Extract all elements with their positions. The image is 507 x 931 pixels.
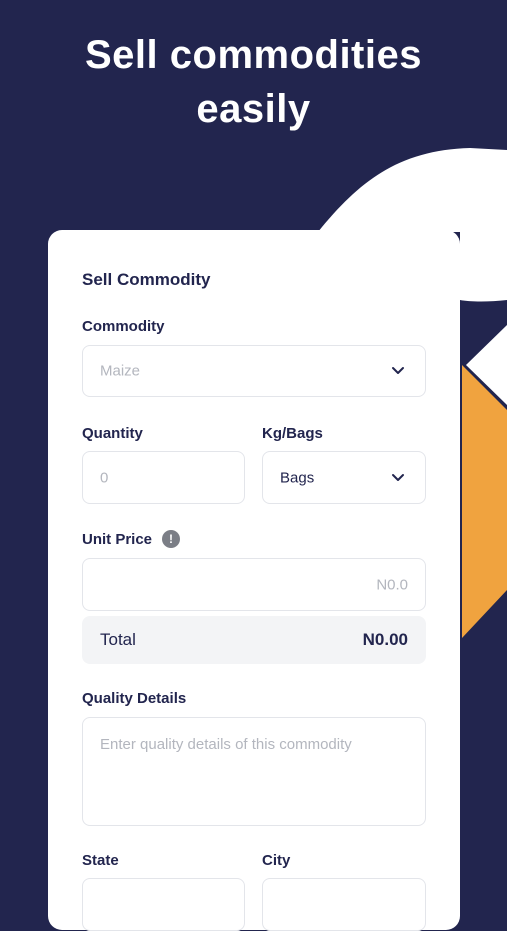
total-value: N0.00 xyxy=(362,630,408,649)
quality-details-placeholder: Enter quality details of this commodity xyxy=(100,736,352,753)
unit-price-input[interactable]: N0.0 xyxy=(82,558,426,611)
info-icon[interactable]: ! xyxy=(162,530,180,548)
headline-line-2: easily xyxy=(196,87,311,131)
unit-price-label: Unit Price xyxy=(82,531,153,548)
state-label: State xyxy=(82,852,119,869)
commodity-label: Commodity xyxy=(82,318,165,335)
city-select[interactable] xyxy=(262,878,426,931)
form-title: Sell Commodity xyxy=(82,270,211,289)
chevron-down-icon xyxy=(392,473,404,481)
unit-select[interactable]: Bags xyxy=(262,451,426,504)
quality-details-label: Quality Details xyxy=(82,690,187,707)
quantity-label: Quantity xyxy=(82,425,143,442)
total-label: Total xyxy=(100,630,136,649)
sell-commodity-card: Sell Commodity Commodity Maize Quantity … xyxy=(48,230,460,931)
unit-price-placeholder: N0.0 xyxy=(376,576,408,593)
city-label: City xyxy=(262,852,291,869)
chevron-down-icon xyxy=(392,367,404,374)
quantity-placeholder: 0 xyxy=(100,469,109,486)
unit-label: Kg/Bags xyxy=(262,425,323,442)
total-summary: Total N0.00 xyxy=(82,616,426,664)
headline: Sell commodities easily xyxy=(0,28,507,136)
headline-line-1: Sell commodities xyxy=(85,33,422,77)
commodity-select[interactable]: Maize xyxy=(82,345,426,397)
quality-details-textarea[interactable]: Enter quality details of this commodity xyxy=(82,717,426,826)
quantity-input[interactable]: 0 xyxy=(82,451,245,504)
commodity-placeholder: Maize xyxy=(100,362,141,380)
unit-value: Bags xyxy=(280,469,315,486)
orange-accent-shape xyxy=(462,365,507,638)
state-select[interactable] xyxy=(82,878,245,931)
